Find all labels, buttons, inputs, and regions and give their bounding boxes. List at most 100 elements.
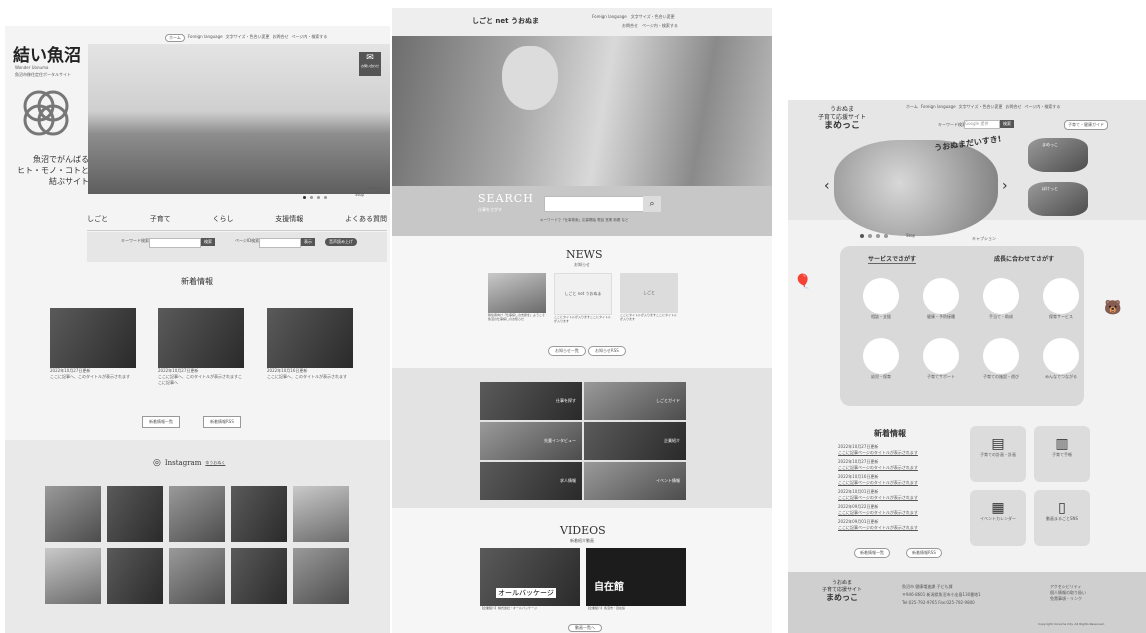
link-contact[interactable]: お問合せ — [1005, 104, 1021, 110]
side-banner[interactable]: ぼけっと — [1028, 182, 1088, 216]
video-card[interactable]: 自在館 【企業紹介】魚沼市・自在館 — [586, 548, 686, 610]
news-link[interactable]: ここに記事ページのタイトルが表示されます — [838, 525, 968, 531]
voice-button[interactable]: 音声読み上げ — [325, 238, 357, 246]
nav-faq[interactable]: よくある質問 — [345, 214, 387, 224]
slider-prev-icon[interactable]: ‹ — [824, 178, 830, 194]
category-item[interactable]: 子育ての施設・遊び — [974, 338, 1028, 394]
slider-next-icon[interactable]: › — [1002, 178, 1008, 194]
instagram-post[interactable] — [169, 548, 225, 604]
news-card[interactable]: しごと net うおぬま ここにタイトルが入りますここにタイトルが入ります — [554, 273, 612, 323]
video-card[interactable]: オールバッケージ 【企業紹介】株式会社・オールパッケージ — [480, 548, 580, 610]
link-page-search[interactable]: ページ内・検索する — [291, 34, 327, 42]
keyword-input[interactable]: Google 提供 — [964, 120, 1000, 129]
category-tile[interactable]: 仕事を探す — [480, 382, 582, 420]
link-text-size[interactable]: 文字サイズ・色合い変更 — [959, 104, 1003, 110]
link-text-size[interactable]: 文字サイズ・色合い変更 — [631, 14, 675, 20]
link-page-search[interactable]: ページ内・検索する — [1024, 104, 1060, 110]
instagram-post[interactable] — [169, 486, 225, 542]
instagram-post[interactable] — [45, 548, 101, 604]
slider-stop[interactable]: Stop — [355, 192, 364, 197]
category-item[interactable]: 幼児・保育 — [854, 338, 908, 394]
news-item-title[interactable]: ここにタイトルが入りますここにタイトルが入ります — [554, 315, 612, 323]
news-card[interactable]: 移住者向け「仕事探しの支援を」ようこそ 魚沼の仕事探しのお知らせ — [488, 273, 546, 321]
category-item[interactable]: 子育てサポート — [914, 338, 968, 394]
news-link[interactable]: ここに記事ページのタイトルが表示されます — [838, 465, 968, 471]
link-contact[interactable]: お問合せ — [622, 23, 638, 29]
news-list-button[interactable]: 新着情報一覧 — [854, 548, 890, 558]
search-button[interactable]: 検索 — [1000, 120, 1014, 128]
feature-card[interactable]: ▦ イベントカレンダー — [970, 490, 1026, 546]
mail-button[interactable]: ✉ お問い合わせ — [359, 52, 381, 76]
news-list-button[interactable]: 新着情報一覧 — [142, 416, 180, 428]
news-title[interactable]: ここに記事へ、このタイトルが表示されますここに記事へ — [158, 374, 244, 386]
news-item-title[interactable]: ここにタイトルが入りますここにタイトルが入ります — [620, 313, 678, 321]
news-link[interactable]: ここに記事ページのタイトルが表示されます — [838, 480, 968, 486]
videos-button[interactable]: 動画一覧へ — [568, 624, 602, 632]
link-text-size[interactable]: 文字サイズ・色合い変更 — [226, 34, 270, 42]
feature-card[interactable]: ▥ 子育て手帳 — [1034, 426, 1090, 482]
category-tile[interactable]: 企業紹介 — [584, 422, 686, 460]
news-link[interactable]: ここに記事ページのタイトルが表示されます — [838, 450, 968, 456]
link-page-search[interactable]: ページ内・検索する — [642, 23, 678, 29]
instagram-handle[interactable]: ゆうおぬく — [205, 460, 225, 466]
link-home[interactable]: ホーム — [906, 104, 918, 110]
category-item[interactable]: 相談・支援 — [854, 278, 908, 334]
nav-support[interactable]: 支援情報 — [275, 214, 303, 224]
instagram-post[interactable] — [107, 486, 163, 542]
link-foreign-language[interactable]: Foreign language — [592, 14, 627, 20]
category-tile[interactable]: イベント情報 — [584, 462, 686, 500]
news-rss-button[interactable]: 新着情報RSS — [906, 548, 942, 558]
news-rss-button[interactable]: 新着情報RSS — [203, 416, 241, 428]
search-button[interactable]: ⌕ — [643, 196, 661, 212]
nav-living[interactable]: くらし — [213, 214, 234, 224]
search-input[interactable] — [544, 196, 644, 212]
news-link[interactable]: ここに記事ページのタイトルが表示されます — [838, 510, 968, 516]
display-button[interactable]: 表示 — [301, 238, 315, 246]
news-title[interactable]: ここに記事へ、このタイトルが表示されます — [267, 374, 353, 380]
slider-dots[interactable] — [303, 196, 327, 199]
slider-dots[interactable] — [860, 234, 888, 238]
category-tile[interactable]: 先輩インタビュー — [480, 422, 582, 460]
page-id-input[interactable] — [259, 238, 301, 248]
category-item[interactable]: 手当て・助成 — [974, 278, 1028, 334]
footer-logo[interactable]: うおぬま 子育て応援サイト まめっこ — [822, 580, 862, 602]
category-item[interactable]: 保育サービス — [1034, 278, 1088, 334]
news-rss-button[interactable]: お知らせRSS — [588, 346, 626, 356]
instagram-post[interactable] — [107, 548, 163, 604]
news-card[interactable]: 2022年10月16日更新 ここに記事へ、このタイトルが表示されます — [267, 308, 353, 380]
news-card[interactable]: しごと ここにタイトルが入りますここにタイトルが入ります — [620, 273, 678, 321]
nav-childcare[interactable]: 子育て — [150, 214, 171, 224]
news-list-button[interactable]: お知らせ一覧 — [548, 346, 586, 356]
site-logo[interactable]: 結い魚沼 — [13, 41, 81, 66]
news-card[interactable]: 2022年10月27日更新 ここに記事へ、このタイトルが表示されますここに記事へ — [158, 308, 244, 386]
feature-card[interactable]: ▯ 動画まるごとSNS — [1034, 490, 1090, 546]
link-foreign-language[interactable]: Foreign language — [921, 104, 956, 110]
site-logo[interactable]: うおぬま 子育て応援サイト まめっこ — [818, 106, 866, 131]
link-foreign-language[interactable]: Foreign language — [188, 34, 223, 42]
instagram-post[interactable] — [293, 486, 349, 542]
link-home[interactable]: ホーム — [165, 34, 185, 42]
feature-card[interactable]: ▤ 子育ての計画・計画 — [970, 426, 1026, 482]
tab-service[interactable]: サービスでさがす — [868, 254, 917, 264]
search-button[interactable]: 検索 — [201, 238, 215, 246]
category-tile[interactable]: しごとガイド — [584, 382, 686, 420]
category-item[interactable]: みんなでつながる — [1034, 338, 1088, 394]
footer-link[interactable]: 免責事項・リンク — [1050, 596, 1086, 602]
instagram-post[interactable] — [231, 548, 287, 604]
category-item[interactable]: 健康・予防接種 — [914, 278, 968, 334]
news-card[interactable]: 2022年10月27日更新 ここに記事へ、このタイトルが表示されます — [50, 308, 136, 380]
guide-button[interactable]: 子育て・健康ガイド — [1064, 120, 1108, 130]
instagram-post[interactable] — [231, 486, 287, 542]
category-tile[interactable]: 求人情報 — [480, 462, 582, 500]
news-link[interactable]: ここに記事ページのタイトルが表示されます — [838, 495, 968, 501]
news-item-title[interactable]: 移住者向け「仕事探しの支援を」ようこそ 魚沼の仕事探しのお知らせ — [488, 313, 546, 321]
slider-stop[interactable]: Stop — [906, 233, 915, 238]
tab-age[interactable]: 成長に合わせてさがす — [994, 254, 1054, 263]
side-banner[interactable]: まめっこ — [1028, 138, 1088, 172]
link-contact[interactable]: お問合せ — [272, 34, 288, 42]
keyword-input[interactable] — [149, 238, 201, 248]
site-brand[interactable]: しごと net うおぬま — [472, 16, 539, 26]
instagram-post[interactable] — [293, 548, 349, 604]
news-title[interactable]: ここに記事へ、このタイトルが表示されます — [50, 374, 136, 380]
instagram-post[interactable] — [45, 486, 101, 542]
